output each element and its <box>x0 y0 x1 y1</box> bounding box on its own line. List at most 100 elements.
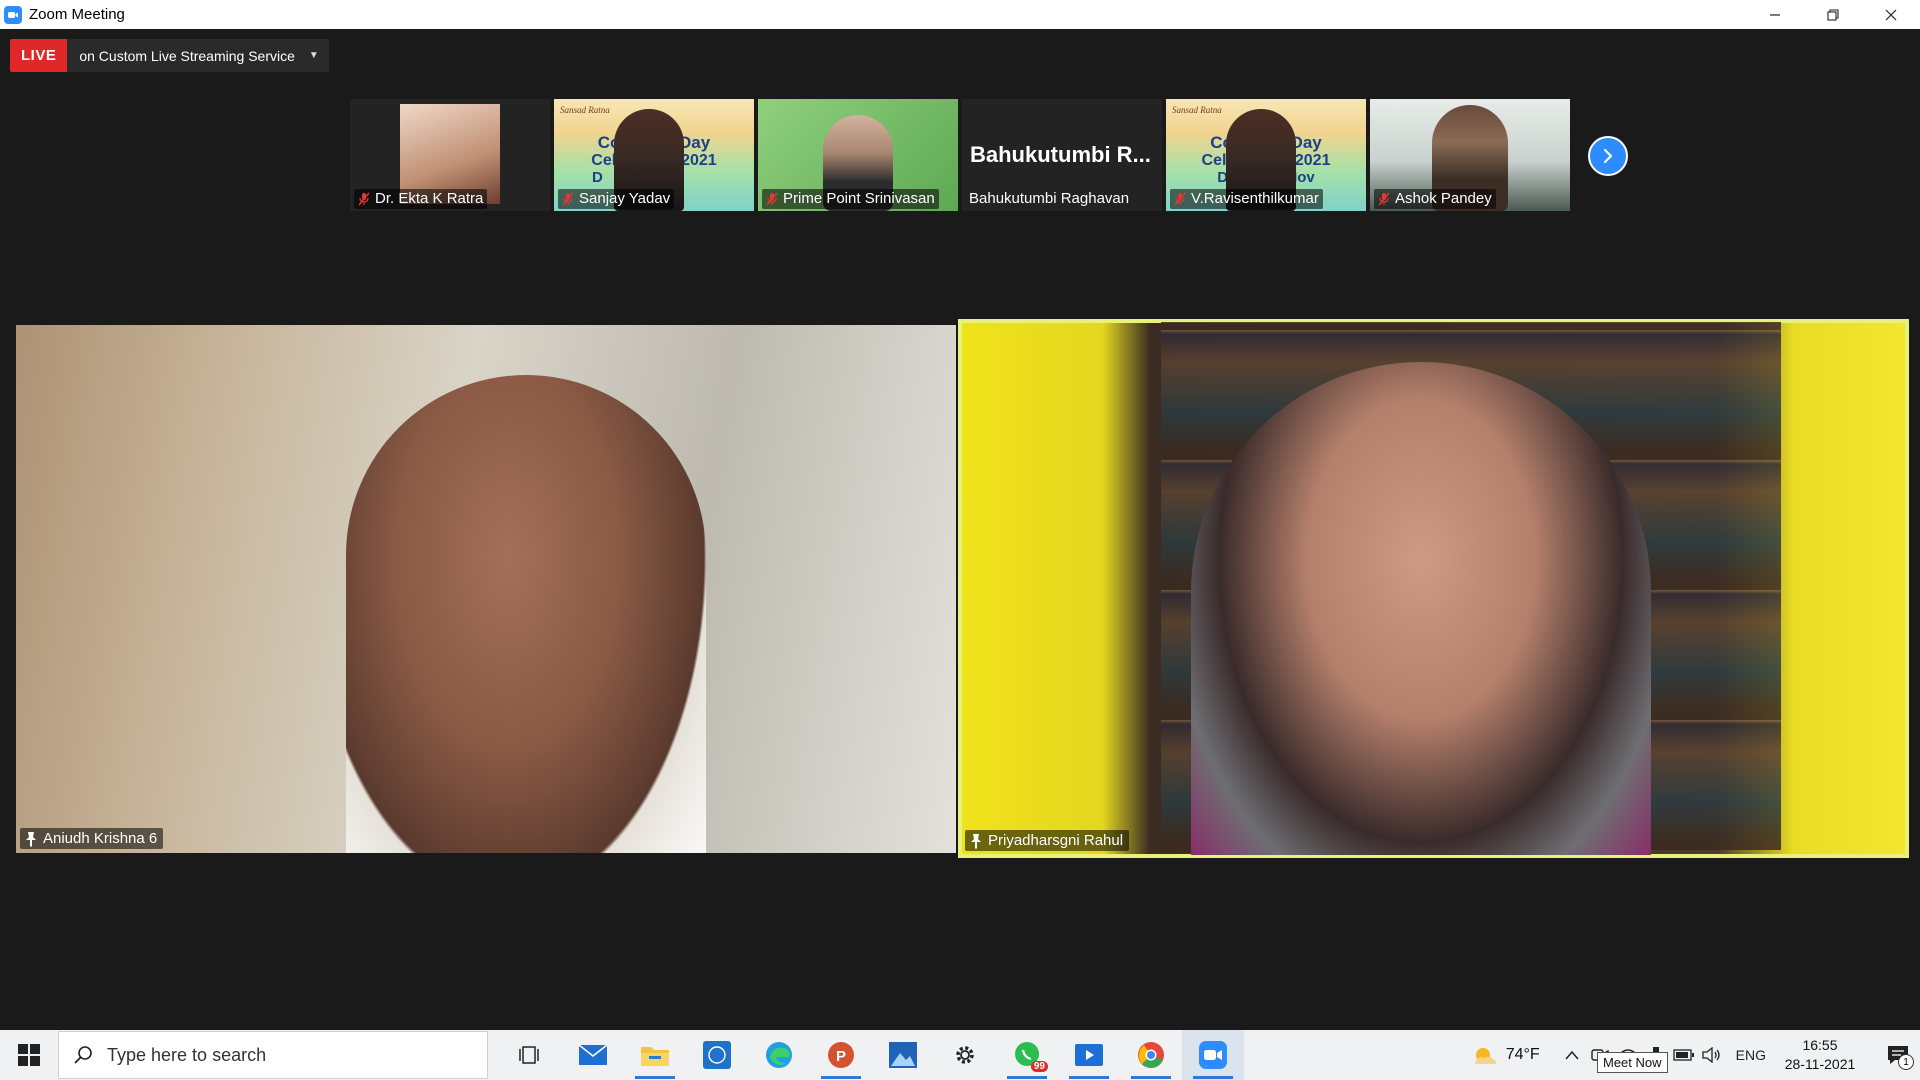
photos-icon <box>889 1042 917 1068</box>
window-controls <box>1746 0 1920 29</box>
chrome-icon <box>1138 1042 1164 1068</box>
weather-widget[interactable]: 74°F <box>1472 1044 1540 1066</box>
participant-thumbnail[interactable]: Prime Point Srinivasan <box>758 99 958 211</box>
mic-muted-icon <box>766 192 778 205</box>
participant-label: Aniudh Krishna 6 <box>20 828 164 849</box>
powerpoint-button[interactable]: P <box>810 1030 872 1080</box>
participant-thumbnail[interactable]: Ashok Pandey <box>1370 99 1570 211</box>
pin-icon <box>26 831 36 847</box>
search-icon <box>74 1046 92 1064</box>
participant-label: Priyadharsgni Rahul <box>965 830 1130 851</box>
media-player-icon <box>1075 1044 1103 1066</box>
minimize-icon <box>1770 13 1780 16</box>
input-language[interactable]: ENG <box>1736 1047 1766 1063</box>
participant-name: Dr. Ekta K Ratra <box>375 190 484 207</box>
task-view-button[interactable] <box>500 1030 562 1080</box>
volume-button[interactable] <box>1698 1030 1726 1080</box>
participant-thumbnail[interactable]: Bahukutumbi R... Bahukutumbi Raghavan <box>962 99 1162 211</box>
live-stream-indicator: LIVE on Custom Live Streaming Service ▼ <box>10 39 329 72</box>
participant-label: Sanjay Yadav <box>558 189 675 209</box>
show-hidden-icons-button[interactable] <box>1558 1030 1586 1080</box>
notification-badge: 99 <box>1030 1061 1048 1072</box>
mic-muted-icon <box>1378 192 1390 205</box>
mail-app-button[interactable] <box>562 1030 624 1080</box>
window-title: Zoom Meeting <box>29 6 125 23</box>
participant-name: Sanjay Yadav <box>579 190 671 207</box>
dell-app-button[interactable] <box>686 1030 748 1080</box>
action-center-button[interactable]: 1 <box>1876 1030 1920 1080</box>
participant-thumbnail[interactable]: Sansad Ratna Cons Day Celeb ns 2021 Day … <box>1166 99 1366 211</box>
minimize-button[interactable] <box>1746 0 1804 29</box>
main-video-right-active-speaker[interactable]: Priyadharsgni Rahul <box>958 319 1909 858</box>
participant-label: V.Ravisenthilkumar <box>1170 189 1323 209</box>
banner-brand: Sansad Ratna <box>560 105 610 115</box>
participant-name: Aniudh Krishna 6 <box>43 830 158 847</box>
partly-sunny-icon <box>1474 1048 1496 1064</box>
clock-date: 28-11-2021 <box>1784 1056 1856 1072</box>
mail-icon <box>578 1044 608 1065</box>
gear-icon <box>956 1046 974 1064</box>
weather-temperature: 74°F <box>1505 1046 1540 1063</box>
chevron-right-icon <box>1603 148 1613 164</box>
participant-thumbnail[interactable]: Dr. Ekta K Ratra <box>350 99 550 211</box>
powerpoint-icon: P <box>828 1042 854 1068</box>
taskbar-search-box[interactable]: Type here to search <box>58 1031 488 1079</box>
caret-down-icon: ▼ <box>308 50 319 61</box>
settings-button[interactable] <box>934 1030 996 1080</box>
live-stream-dropdown[interactable]: on Custom Live Streaming Service ▼ <box>67 39 329 72</box>
participant-figure <box>346 375 706 853</box>
close-button[interactable] <box>1862 0 1920 29</box>
banner-brand: Sansad Ratna <box>1172 105 1222 115</box>
dell-app-icon <box>703 1041 731 1069</box>
pin-icon <box>971 833 981 849</box>
participant-label: Prime Point Srinivasan <box>762 189 939 209</box>
file-explorer-button[interactable] <box>624 1030 686 1080</box>
restore-icon <box>1827 8 1839 21</box>
clock[interactable]: 16:55 28-11-2021 <box>1780 1036 1860 1074</box>
edge-browser-button[interactable] <box>748 1030 810 1080</box>
zoom-icon <box>1199 1041 1227 1069</box>
start-button[interactable] <box>0 1030 58 1080</box>
windows-logo-icon <box>18 1044 40 1066</box>
participant-name: Ashok Pandey <box>1395 190 1492 207</box>
mic-muted-icon <box>1174 192 1186 205</box>
meeting-area: LIVE on Custom Live Streaming Service ▼ … <box>0 29 1920 1030</box>
close-icon <box>1885 9 1897 20</box>
title-bar: Zoom Meeting <box>0 0 1920 29</box>
speaker-icon <box>1702 1047 1720 1063</box>
participant-display-name: Bahukutumbi R... <box>970 142 1151 167</box>
participant-label: Dr. Ekta K Ratra <box>354 189 488 209</box>
chrome-button[interactable] <box>1120 1030 1182 1080</box>
participant-name: Bahukutumbi Raghavan <box>969 190 1130 207</box>
live-badge: LIVE <box>10 39 68 72</box>
battery-button[interactable] <box>1670 1030 1698 1080</box>
next-page-button[interactable] <box>1588 136 1628 176</box>
main-video-left[interactable]: Aniudh Krishna 6 <box>16 325 956 853</box>
edge-browser-icon <box>766 1042 792 1068</box>
participant-thumbnail-strip: Dr. Ekta K Ratra Sansad Ratna Const Day … <box>350 99 1570 211</box>
svg-text:P: P <box>836 1048 846 1065</box>
notification-count: 1 <box>1898 1054 1914 1070</box>
battery-icon <box>1673 1049 1694 1061</box>
participant-name: Prime Point Srinivasan <box>783 190 935 207</box>
participant-label: Bahukutumbi Raghavan <box>966 189 1133 209</box>
zoom-app-icon <box>4 5 22 24</box>
taskbar-app-icons: P 99 <box>500 1030 1244 1080</box>
system-tray: 74°F ENG 16:55 28-11-2021 1 <box>1472 1030 1920 1080</box>
mic-muted-icon <box>358 192 370 205</box>
participant-figure <box>1191 362 1651 855</box>
whatsapp-button[interactable]: 99 <box>996 1030 1058 1080</box>
participant-name: Priyadharsgni Rahul <box>988 832 1124 849</box>
search-placeholder: Type here to search <box>107 1044 267 1065</box>
task-view-icon <box>519 1046 539 1064</box>
folder-icon <box>641 1047 669 1066</box>
chevron-up-icon <box>1565 1050 1579 1060</box>
photos-app-button[interactable] <box>872 1030 934 1080</box>
media-player-button[interactable] <box>1058 1030 1120 1080</box>
zoom-taskbar-button[interactable] <box>1182 1030 1244 1080</box>
participant-thumbnail[interactable]: Sansad Ratna Const Day Celebr s 2021 D S… <box>554 99 754 211</box>
restore-button[interactable] <box>1804 0 1862 29</box>
live-stream-service: on Custom Live Streaming Service <box>79 47 295 64</box>
mic-muted-icon <box>562 192 574 205</box>
participant-name: V.Ravisenthilkumar <box>1191 190 1319 207</box>
